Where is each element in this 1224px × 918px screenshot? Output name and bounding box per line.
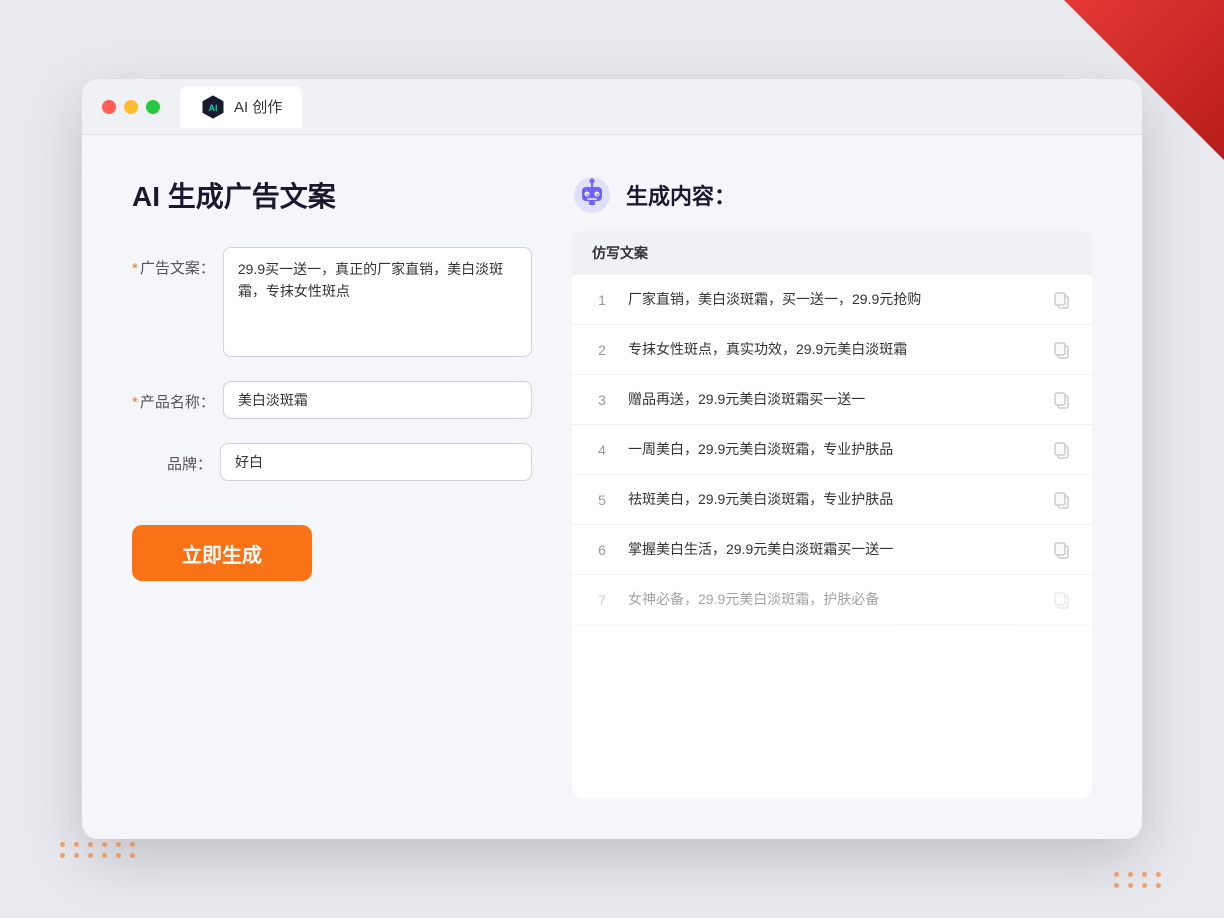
required-star-1: *	[132, 260, 138, 277]
row-text: 祛斑美白，29.9元美白淡斑霜，专业护肤品	[628, 489, 1036, 510]
table-row: 6 掌握美白生活，29.9元美白淡斑霜买一送一	[572, 525, 1092, 575]
row-number: 5	[592, 492, 612, 508]
maximize-button[interactable]	[146, 100, 160, 114]
row-text: 掌握美白生活，29.9元美白淡斑霜买一送一	[628, 539, 1036, 560]
brand-row: 品牌：	[132, 443, 532, 481]
results-table: 仿写文案 1 厂家直销，美白淡斑霜，买一送一，29.9元抢购 2 专抹女性斑点，…	[572, 231, 1092, 799]
brand-label: 品牌：	[132, 443, 212, 474]
right-header: 生成内容：	[572, 175, 1092, 215]
copy-icon[interactable]	[1052, 340, 1072, 360]
copy-icon[interactable]	[1052, 590, 1072, 610]
copy-icon[interactable]	[1052, 440, 1072, 460]
svg-text:AI: AI	[209, 103, 218, 113]
table-header: 仿写文案	[572, 231, 1092, 275]
copy-icon[interactable]	[1052, 540, 1072, 560]
copy-icon[interactable]	[1052, 290, 1072, 310]
row-number: 6	[592, 542, 612, 558]
row-number: 3	[592, 392, 612, 408]
left-panel: AI 生成广告文案 *广告文案： *产品名称： 品牌：	[132, 175, 532, 799]
product-name-row: *产品名称：	[132, 381, 532, 419]
table-row: 2 专抹女性斑点，真实功效，29.9元美白淡斑霜	[572, 325, 1092, 375]
product-name-label: *产品名称：	[132, 381, 215, 412]
right-title: 生成内容：	[626, 179, 736, 211]
row-number: 1	[592, 292, 612, 308]
ai-hex-icon: AI	[200, 94, 226, 120]
tab-label: AI 创作	[234, 96, 282, 117]
required-star-2: *	[132, 394, 138, 411]
minimize-button[interactable]	[124, 100, 138, 114]
dots-decoration-right	[1114, 872, 1164, 888]
ad-copy-label: *广告文案：	[132, 247, 215, 278]
right-panel: 生成内容： 仿写文案 1 厂家直销，美白淡斑霜，买一送一，29.9元抢购	[572, 175, 1092, 799]
page-title: AI 生成广告文案	[132, 175, 532, 215]
row-number: 2	[592, 342, 612, 358]
table-row: 1 厂家直销，美白淡斑霜，买一送一，29.9元抢购	[572, 275, 1092, 325]
ad-copy-input[interactable]	[223, 247, 532, 357]
table-row: 3 赠品再送，29.9元美白淡斑霜买一送一	[572, 375, 1092, 425]
row-text: 赠品再送，29.9元美白淡斑霜买一送一	[628, 389, 1036, 410]
close-button[interactable]	[102, 100, 116, 114]
row-number: 7	[592, 592, 612, 608]
dots-decoration-bottom	[60, 842, 138, 858]
browser-window: AI AI 创作 AI 生成广告文案 *广告文案： *产品名称：	[82, 79, 1142, 839]
table-row: 7 女神必备，29.9元美白淡斑霜，护肤必备	[572, 575, 1092, 625]
generate-button[interactable]: 立即生成	[132, 525, 312, 581]
window-controls	[102, 100, 160, 114]
row-text: 一周美白，29.9元美白淡斑霜，专业护肤品	[628, 439, 1036, 460]
ai-tab[interactable]: AI AI 创作	[180, 86, 302, 128]
copy-icon[interactable]	[1052, 490, 1072, 510]
row-text: 女神必备，29.9元美白淡斑霜，护肤必备	[628, 589, 1036, 610]
row-number: 4	[592, 442, 612, 458]
robot-icon	[572, 175, 612, 215]
row-text: 专抹女性斑点，真实功效，29.9元美白淡斑霜	[628, 339, 1036, 360]
table-row: 4 一周美白，29.9元美白淡斑霜，专业护肤品	[572, 425, 1092, 475]
table-row: 5 祛斑美白，29.9元美白淡斑霜，专业护肤品	[572, 475, 1092, 525]
product-name-input[interactable]	[223, 381, 532, 419]
title-bar: AI AI 创作	[82, 79, 1142, 135]
main-content: AI 生成广告文案 *广告文案： *产品名称： 品牌：	[82, 135, 1142, 839]
ad-copy-row: *广告文案：	[132, 247, 532, 357]
copy-icon[interactable]	[1052, 390, 1072, 410]
generate-button-container: 立即生成	[132, 505, 532, 581]
brand-input[interactable]	[220, 443, 532, 481]
row-text: 厂家直销，美白淡斑霜，买一送一，29.9元抢购	[628, 289, 1036, 310]
